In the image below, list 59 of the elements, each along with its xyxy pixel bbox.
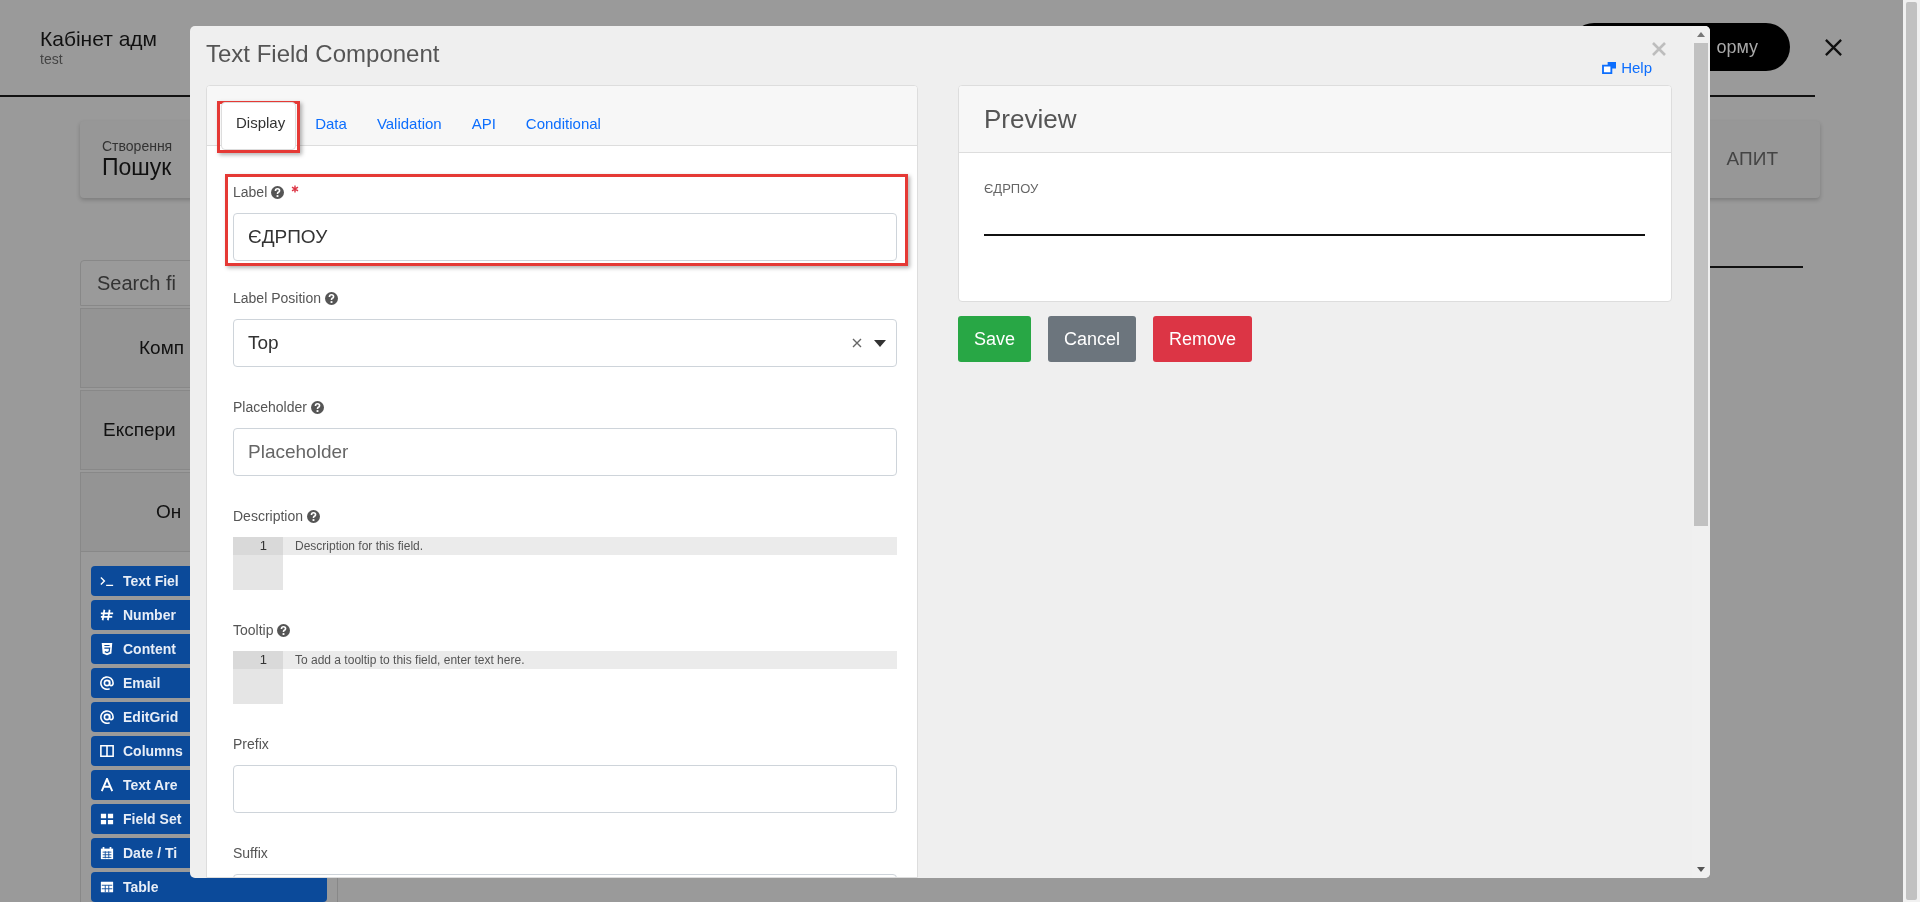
columns-icon [100, 744, 114, 758]
field-label: Prefix [233, 736, 269, 752]
windows-icon [1602, 61, 1618, 74]
calendar-icon [100, 846, 114, 860]
letter-icon [100, 778, 114, 792]
page-title: Кабінет адм [40, 27, 157, 52]
save-button[interactable]: Save [958, 316, 1032, 362]
arrow-down-icon[interactable] [1697, 867, 1705, 872]
help-link[interactable]: Help [1602, 59, 1652, 76]
form-caption: Створення [102, 137, 173, 154]
caret-icon[interactable] [874, 339, 886, 347]
preview-title: Preview [984, 103, 1077, 135]
close-icon[interactable] [1824, 37, 1843, 57]
help-icon[interactable] [310, 400, 324, 414]
line-number: 1 [233, 537, 283, 555]
field-label: Description [233, 508, 304, 524]
field-label: Label Position [233, 290, 321, 306]
modal-title: Text Field Component [206, 39, 440, 69]
field-label: Placeholder [233, 399, 307, 415]
tab[interactable]: Data [300, 102, 362, 145]
select-field[interactable]: Top [233, 319, 897, 367]
scrollbar[interactable] [1903, 0, 1920, 902]
input-field[interactable]: Placeholder [233, 428, 897, 476]
clear-icon[interactable] [852, 338, 862, 348]
hash-icon [100, 608, 114, 622]
tab[interactable]: Validation [361, 102, 457, 145]
tab[interactable]: API [456, 102, 511, 145]
arrow-up-icon[interactable] [1697, 32, 1705, 37]
shield-icon [100, 642, 114, 656]
required-icon [291, 185, 300, 193]
code-editor[interactable]: 1 To add a tooltip to this field, enter text here. [233, 651, 897, 704]
editor-placeholder: To add a tooltip to this field, enter text here. [295, 653, 525, 667]
at-sign-icon [100, 676, 114, 690]
code-editor[interactable]: 1 Description for this field. [233, 537, 897, 590]
terminal-icon [100, 574, 114, 588]
cancel-button[interactable]: Cancel [1048, 316, 1137, 362]
page-subtitle: test [40, 51, 63, 68]
input-field[interactable]: ЄДРПОУ [233, 213, 897, 261]
field-label: Suffix [233, 845, 268, 861]
help-icon[interactable] [277, 623, 291, 637]
field-label: ЄДРПОУ [984, 181, 1040, 196]
help-icon[interactable] [324, 291, 338, 305]
scrollbar[interactable] [1692, 26, 1710, 878]
at-sign-icon [100, 710, 114, 724]
help-icon[interactable] [307, 509, 321, 523]
form-title: Пошук [102, 153, 172, 181]
text-input-line[interactable] [984, 234, 1645, 236]
field-label: Tooltip [233, 622, 274, 638]
tab[interactable]: Display [221, 102, 297, 150]
grid-icon [100, 812, 114, 826]
input-field[interactable] [233, 765, 897, 813]
tab[interactable]: Conditional [510, 102, 616, 145]
editor-placeholder: Description for this field. [295, 539, 424, 553]
field-label: Label [233, 184, 268, 200]
remove-button[interactable]: Remove [1153, 316, 1253, 362]
help-icon[interactable] [271, 185, 285, 199]
table-icon [100, 880, 114, 894]
line-number: 1 [233, 651, 283, 669]
action-button[interactable]: АПИТ [1720, 147, 1784, 172]
